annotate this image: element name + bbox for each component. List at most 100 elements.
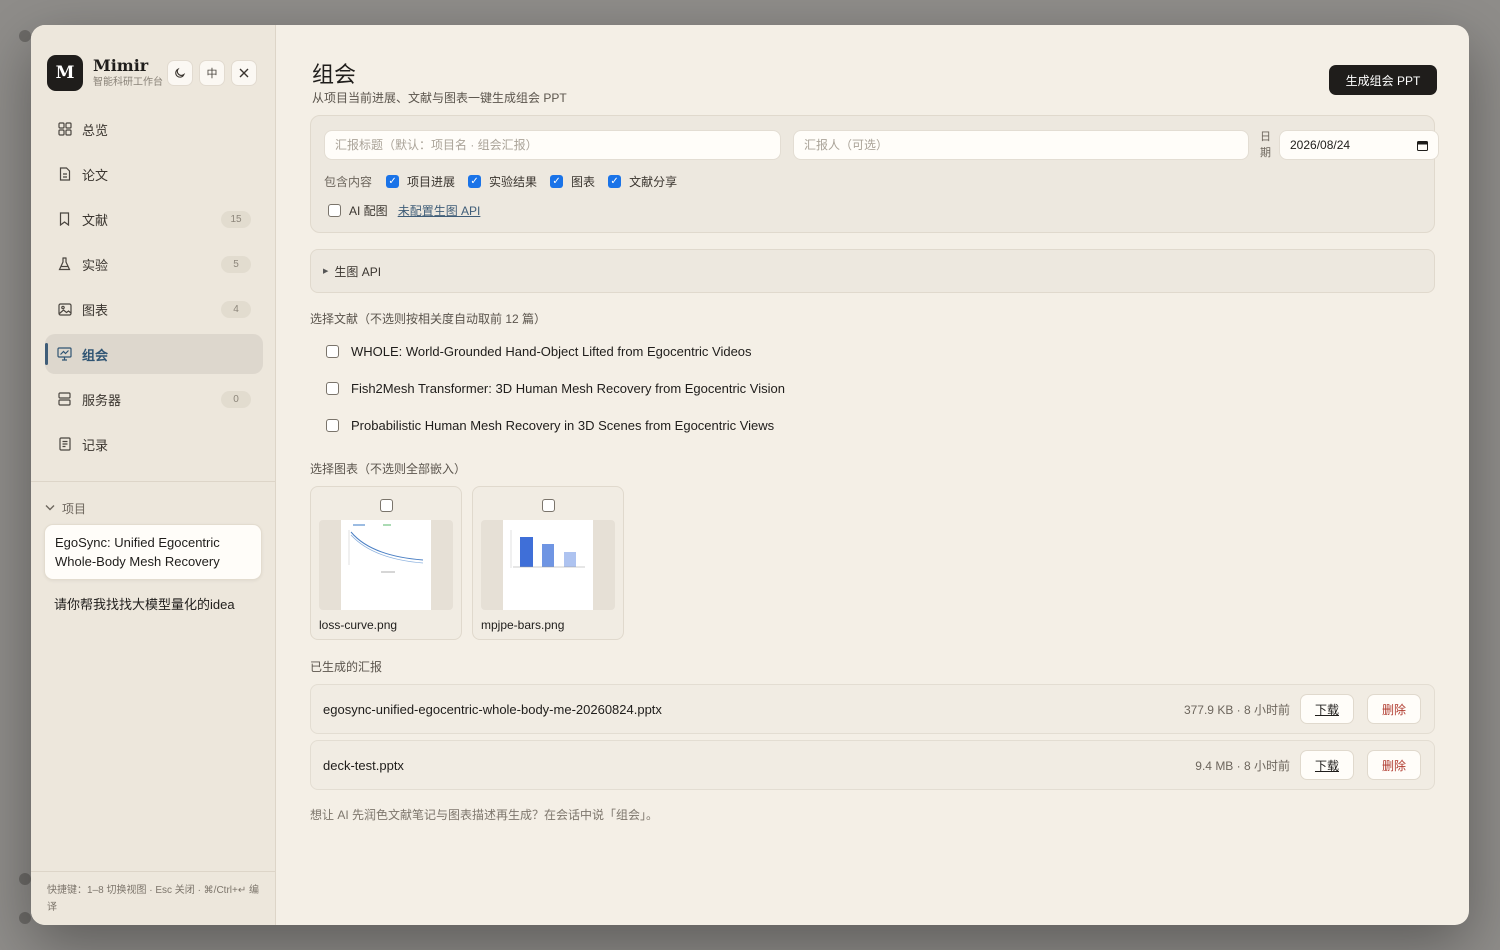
include-progress-checkbox[interactable]: ✓ 项目进展 [386, 173, 455, 190]
reporter-input[interactable] [793, 130, 1249, 160]
language-toggle-button[interactable]: 中 [199, 59, 225, 86]
download-button[interactable]: 下载 [1300, 694, 1354, 724]
projects-header[interactable]: 项目 [31, 482, 275, 520]
figure-card[interactable]: loss-curve.png [310, 486, 462, 640]
brand: M Mimir 智能科研工作台 中 [31, 25, 275, 101]
background-dot [19, 30, 31, 42]
report-meta: 9.4 MB · 8 小时前 [1195, 758, 1290, 773]
ai-image-option: AI 配图 未配置生图 API [328, 202, 480, 219]
date-value: 2026/08/24 [1290, 138, 1351, 152]
check-icon: ✓ [468, 175, 482, 188]
sidebar-item-papers[interactable]: 论文 [45, 154, 263, 194]
report-title-input[interactable] [324, 130, 781, 160]
close-button[interactable] [231, 59, 257, 86]
sidebar-item-label: 论文 [82, 167, 109, 183]
report-row: deck-test.pptx 9.4 MB · 8 小时前 下载 删除 [310, 740, 1435, 790]
project-item[interactable]: 请你帮我找找大模型量化的idea [54, 594, 275, 613]
check-icon: ✓ [386, 175, 400, 188]
download-button[interactable]: 下载 [1300, 750, 1354, 780]
literature-item[interactable]: Probabilistic Human Mesh Recovery in 3D … [326, 418, 774, 433]
main-panel: 组会 从项目当前进展、文献与图表一键生成组会 PPT 生成组会 PPT 日期 2… [276, 25, 1469, 925]
sidebar: M Mimir 智能科研工作台 中 总览 论文 文献 15 实验 5 图表 4 … [31, 25, 276, 925]
delete-button[interactable]: 删除 [1367, 750, 1421, 780]
chevron-down-icon [45, 503, 55, 514]
grid-icon [57, 122, 72, 137]
date-input[interactable]: 2026/08/24 [1279, 130, 1439, 160]
check-icon: ✓ [608, 175, 622, 188]
calendar-icon [1417, 140, 1428, 151]
check-icon: ✓ [550, 175, 564, 188]
sidebar-item-figures[interactable]: 图表 4 [45, 289, 263, 329]
document-icon [57, 167, 72, 182]
literature-item[interactable]: WHOLE: World-Grounded Hand-Object Lifted… [326, 344, 752, 359]
include-results-checkbox[interactable]: ✓ 实验结果 [468, 173, 537, 190]
figure-checkbox[interactable] [380, 499, 393, 512]
figure-name: loss-curve.png [319, 618, 398, 632]
checkbox-box [326, 419, 339, 432]
checkbox-box [326, 345, 339, 358]
brand-text: Mimir 智能科研工作台 [93, 56, 163, 89]
include-literature-checkbox[interactable]: ✓ 文献分享 [608, 173, 677, 190]
sidebar-item-notes[interactable]: 记录 [45, 424, 263, 464]
sidebar-nav: 总览 论文 文献 15 实验 5 图表 4 组会 服务器 0 记录 [31, 101, 275, 469]
reports-section-label: 已生成的汇报 [310, 660, 383, 674]
app-logo: M [47, 54, 83, 91]
checkbox-label: 图表 [571, 175, 596, 189]
report-meta: 377.9 KB · 8 小时前 [1183, 702, 1290, 717]
ai-image-checkbox[interactable]: AI 配图 [328, 202, 388, 219]
literature-title: WHOLE: World-Grounded Hand-Object Lifted… [351, 344, 752, 359]
app-subtitle: 智能科研工作台 [93, 77, 163, 88]
sidebar-item-overview[interactable]: 总览 [45, 109, 263, 149]
report-filename: deck-test.pptx [323, 757, 404, 773]
delete-button[interactable]: 删除 [1367, 694, 1421, 724]
generate-ppt-button[interactable]: 生成组会 PPT [1329, 65, 1437, 95]
sidebar-item-literature[interactable]: 文献 15 [45, 199, 263, 239]
literature-section-label: 选择文献（不选则按相关度自动取前 12 篇） [310, 312, 547, 326]
theme-toggle-button[interactable] [167, 59, 193, 86]
date-label: 日期 [1260, 131, 1271, 159]
shortcut-hint: 快捷键：1–8 切换视图 · Esc 关闭 · ⌘/Ctrl+↵ 编译 [31, 871, 275, 925]
sidebar-item-label: 组会 [82, 347, 109, 363]
sidebar-item-label: 图表 [82, 302, 109, 318]
moon-icon [175, 67, 186, 78]
sidebar-item-experiments[interactable]: 实验 5 [45, 244, 263, 284]
report-row: egosync-unified-egocentric-whole-body-me… [310, 684, 1435, 734]
figure-card[interactable]: mpjpe-bars.png [472, 486, 624, 640]
image-icon [57, 302, 72, 317]
disclosure-triangle-icon: ▶ [323, 268, 329, 275]
figure-thumbnail [481, 520, 615, 610]
literature-item[interactable]: Fish2Mesh Transformer: 3D Human Mesh Rec… [326, 381, 785, 396]
report-form: 日期 2026/08/24 包含内容 ✓ 项目进展 ✓ 实验结果 ✓ 图表 [310, 115, 1439, 233]
configure-api-link[interactable]: 未配置生图 API [398, 202, 481, 219]
include-label: 包含内容 [324, 175, 373, 189]
server-icon [57, 392, 72, 407]
sidebar-item-label: 服务器 [82, 392, 122, 408]
count-badge: 4 [221, 300, 251, 318]
close-icon [239, 68, 249, 77]
page-subtitle: 从项目当前进展、文献与图表一键生成组会 PPT [312, 91, 567, 105]
window-controls: 中 [167, 59, 257, 86]
project-item-active[interactable]: EgoSync: Unified Egocentric Whole-Body M… [44, 524, 262, 580]
image-api-disclosure[interactable]: ▶ 生图 API [310, 249, 1435, 293]
projects-header-label: 项目 [62, 501, 87, 516]
background-dot [19, 873, 31, 885]
checkbox-label: 项目进展 [407, 175, 456, 189]
background-dot [19, 912, 31, 924]
disclosure-label: 生图 API [334, 264, 382, 279]
sidebar-item-group-meeting[interactable]: 组会 [45, 334, 263, 374]
checkbox-box [328, 204, 341, 217]
sidebar-item-label: 总览 [82, 122, 109, 138]
literature-title: Probabilistic Human Mesh Recovery in 3D … [351, 418, 775, 433]
sidebar-item-servers[interactable]: 服务器 0 [45, 379, 263, 419]
count-badge: 5 [221, 255, 251, 273]
figures-section-label: 选择图表（不选则全部嵌入） [310, 462, 467, 476]
app-name: Mimir [93, 56, 149, 75]
app-window: M Mimir 智能科研工作台 中 总览 论文 文献 15 实验 5 图表 4 … [31, 25, 1469, 925]
include-figures-checkbox[interactable]: ✓ 图表 [550, 173, 595, 190]
report-filename: egosync-unified-egocentric-whole-body-me… [323, 701, 662, 717]
figure-checkbox[interactable] [542, 499, 555, 512]
literature-title: Fish2Mesh Transformer: 3D Human Mesh Rec… [351, 381, 785, 396]
include-options: 包含内容 ✓ 项目进展 ✓ 实验结果 ✓ 图表 ✓ 文献分享 [324, 173, 690, 190]
checkbox-label: 实验结果 [489, 175, 538, 189]
sidebar-item-label: 记录 [82, 437, 109, 453]
